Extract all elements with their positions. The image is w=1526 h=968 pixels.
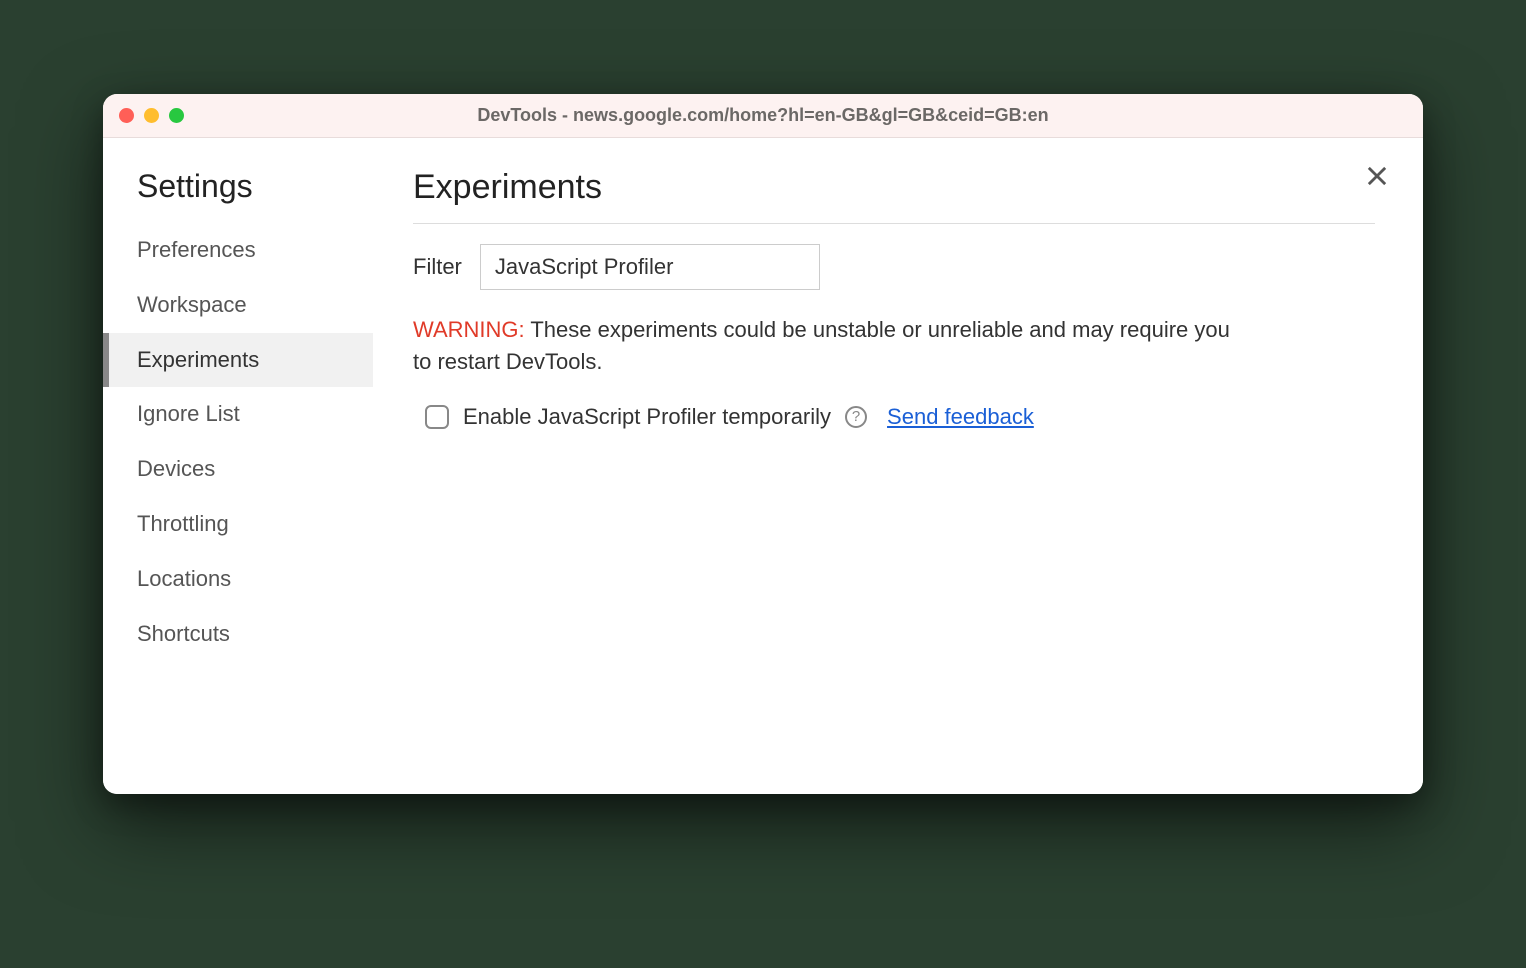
- sidebar-item-devices[interactable]: Devices: [103, 442, 373, 497]
- sidebar-item-throttling[interactable]: Throttling: [103, 497, 373, 552]
- sidebar-item-locations[interactable]: Locations: [103, 552, 373, 607]
- warning-label: WARNING:: [413, 317, 525, 342]
- main-panel: Experiments Filter WARNING: These experi…: [373, 138, 1423, 794]
- sidebar-item-experiments[interactable]: Experiments: [103, 333, 373, 388]
- sidebar-item-shortcuts[interactable]: Shortcuts: [103, 607, 373, 662]
- close-icon[interactable]: [1363, 162, 1391, 190]
- content: Settings Preferences Workspace Experimen…: [103, 138, 1423, 794]
- minimize-window-icon[interactable]: [144, 108, 159, 123]
- filter-label: Filter: [413, 254, 462, 280]
- maximize-window-icon[interactable]: [169, 108, 184, 123]
- close-window-icon[interactable]: [119, 108, 134, 123]
- sidebar: Settings Preferences Workspace Experimen…: [103, 138, 373, 794]
- devtools-window: DevTools - news.google.com/home?hl=en-GB…: [103, 94, 1423, 794]
- sidebar-item-preferences[interactable]: Preferences: [103, 223, 373, 278]
- filter-input[interactable]: [480, 244, 820, 290]
- warning-body: These experiments could be unstable or u…: [413, 317, 1230, 374]
- sidebar-item-ignore-list[interactable]: Ignore List: [103, 387, 373, 442]
- sidebar-item-workspace[interactable]: Workspace: [103, 278, 373, 333]
- traffic-lights: [119, 108, 184, 123]
- experiment-checkbox[interactable]: [425, 405, 449, 429]
- sidebar-title: Settings: [103, 168, 373, 223]
- help-icon[interactable]: ?: [845, 406, 867, 428]
- send-feedback-link[interactable]: Send feedback: [887, 404, 1034, 430]
- window-title: DevTools - news.google.com/home?hl=en-GB…: [477, 105, 1048, 126]
- filter-row: Filter: [413, 244, 1375, 290]
- titlebar: DevTools - news.google.com/home?hl=en-GB…: [103, 94, 1423, 138]
- experiment-label: Enable JavaScript Profiler temporarily: [463, 404, 831, 430]
- warning-text: WARNING: These experiments could be unst…: [413, 314, 1233, 378]
- page-title: Experiments: [413, 168, 1375, 224]
- experiment-row: Enable JavaScript Profiler temporarily ?…: [413, 404, 1375, 430]
